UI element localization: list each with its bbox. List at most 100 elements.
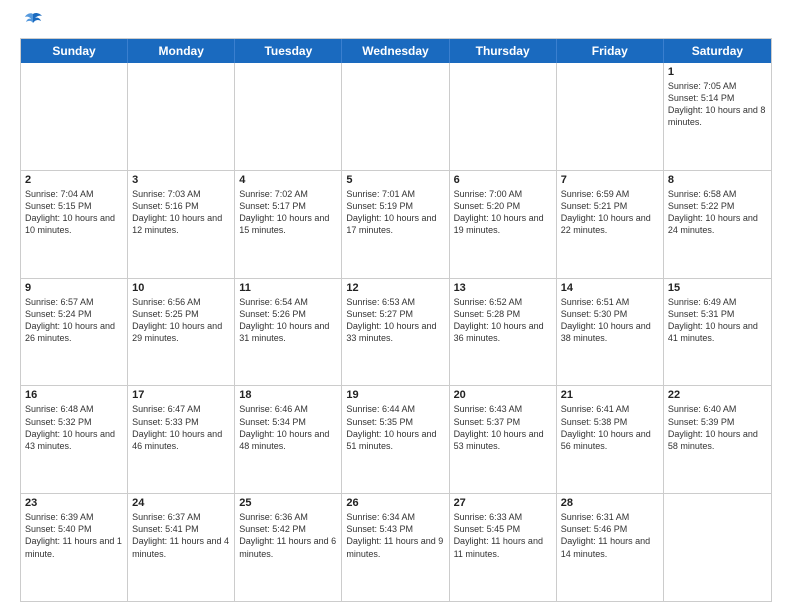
day-info: Sunrise: 6:53 AM Sunset: 5:27 PM Dayligh…: [346, 296, 444, 345]
day-info: Sunrise: 6:48 AM Sunset: 5:32 PM Dayligh…: [25, 403, 123, 452]
calendar-day-6: 6 Sunrise: 7:00 AM Sunset: 5:20 PM Daylig…: [450, 171, 557, 278]
calendar-body: 1 Sunrise: 7:05 AM Sunset: 5:14 PM Daylig…: [21, 63, 771, 601]
calendar-day-1: 1 Sunrise: 7:05 AM Sunset: 5:14 PM Daylig…: [664, 63, 771, 170]
day-info: Sunrise: 6:33 AM Sunset: 5:45 PM Dayligh…: [454, 511, 552, 560]
calendar-day-25: 25 Sunrise: 6:36 AM Sunset: 5:42 PM Dayli…: [235, 494, 342, 601]
day-header-monday: Monday: [128, 39, 235, 63]
calendar-week-4: 16 Sunrise: 6:48 AM Sunset: 5:32 PM Dayli…: [21, 386, 771, 494]
day-info: Sunrise: 6:37 AM Sunset: 5:41 PM Dayligh…: [132, 511, 230, 560]
day-number: 28: [561, 497, 659, 509]
day-number: 26: [346, 497, 444, 509]
calendar-day-4: 4 Sunrise: 7:02 AM Sunset: 5:17 PM Daylig…: [235, 171, 342, 278]
day-number: 8: [668, 174, 767, 186]
day-number: 24: [132, 497, 230, 509]
calendar-day-empty: [21, 63, 128, 170]
day-info: Sunrise: 6:57 AM Sunset: 5:24 PM Dayligh…: [25, 296, 123, 345]
calendar-day-7: 7 Sunrise: 6:59 AM Sunset: 5:21 PM Daylig…: [557, 171, 664, 278]
calendar-day-11: 11 Sunrise: 6:54 AM Sunset: 5:26 PM Dayli…: [235, 279, 342, 386]
day-info: Sunrise: 6:46 AM Sunset: 5:34 PM Dayligh…: [239, 403, 337, 452]
day-info: Sunrise: 6:49 AM Sunset: 5:31 PM Dayligh…: [668, 296, 767, 345]
calendar-day-21: 21 Sunrise: 6:41 AM Sunset: 5:38 PM Dayli…: [557, 386, 664, 493]
calendar-day-12: 12 Sunrise: 6:53 AM Sunset: 5:27 PM Dayli…: [342, 279, 449, 386]
day-number: 22: [668, 389, 767, 401]
day-number: 12: [346, 282, 444, 294]
calendar-day-empty: [450, 63, 557, 170]
calendar-header-row: SundayMondayTuesdayWednesdayThursdayFrid…: [21, 39, 771, 63]
calendar-day-28: 28 Sunrise: 6:31 AM Sunset: 5:46 PM Dayli…: [557, 494, 664, 601]
day-header-thursday: Thursday: [450, 39, 557, 63]
calendar-day-19: 19Sunrise: 6:44 AM Sunset: 5:35 PM Dayli…: [342, 386, 449, 493]
day-info: Sunrise: 6:41 AM Sunset: 5:38 PM Dayligh…: [561, 403, 659, 452]
calendar-day-2: 2 Sunrise: 7:04 AM Sunset: 5:15 PM Daylig…: [21, 171, 128, 278]
calendar-day-3: 3Sunrise: 7:03 AM Sunset: 5:16 PM Daylig…: [128, 171, 235, 278]
calendar-week-2: 2 Sunrise: 7:04 AM Sunset: 5:15 PM Daylig…: [21, 171, 771, 279]
day-header-friday: Friday: [557, 39, 664, 63]
day-info: Sunrise: 7:02 AM Sunset: 5:17 PM Dayligh…: [239, 188, 337, 237]
day-number: 10: [132, 282, 230, 294]
day-number: 15: [668, 282, 767, 294]
calendar-week-1: 1 Sunrise: 7:05 AM Sunset: 5:14 PM Daylig…: [21, 63, 771, 171]
day-number: 5: [346, 174, 444, 186]
day-number: 17: [132, 389, 230, 401]
calendar-day-27: 27 Sunrise: 6:33 AM Sunset: 5:45 PM Dayli…: [450, 494, 557, 601]
day-info: Sunrise: 6:52 AM Sunset: 5:28 PM Dayligh…: [454, 296, 552, 345]
calendar-day-empty: [235, 63, 342, 170]
day-number: 13: [454, 282, 552, 294]
day-number: 9: [25, 282, 123, 294]
day-number: 4: [239, 174, 337, 186]
day-number: 23: [25, 497, 123, 509]
day-number: 27: [454, 497, 552, 509]
day-info: Sunrise: 7:05 AM Sunset: 5:14 PM Dayligh…: [668, 80, 767, 129]
logo: [20, 16, 44, 30]
calendar-day-empty: [342, 63, 449, 170]
day-number: 2: [25, 174, 123, 186]
day-info: Sunrise: 6:51 AM Sunset: 5:30 PM Dayligh…: [561, 296, 659, 345]
day-info: Sunrise: 6:31 AM Sunset: 5:46 PM Dayligh…: [561, 511, 659, 560]
calendar-week-3: 9 Sunrise: 6:57 AM Sunset: 5:24 PM Daylig…: [21, 279, 771, 387]
calendar-day-20: 20Sunrise: 6:43 AM Sunset: 5:37 PM Dayli…: [450, 386, 557, 493]
calendar-day-empty: [557, 63, 664, 170]
day-header-wednesday: Wednesday: [342, 39, 449, 63]
day-info: Sunrise: 6:34 AM Sunset: 5:43 PM Dayligh…: [346, 511, 444, 560]
calendar-day-26: 26 Sunrise: 6:34 AM Sunset: 5:43 PM Dayli…: [342, 494, 449, 601]
day-info: Sunrise: 6:59 AM Sunset: 5:21 PM Dayligh…: [561, 188, 659, 237]
day-info: Sunrise: 7:01 AM Sunset: 5:19 PM Dayligh…: [346, 188, 444, 237]
day-info: Sunrise: 6:36 AM Sunset: 5:42 PM Dayligh…: [239, 511, 337, 560]
calendar-day-empty: [128, 63, 235, 170]
calendar-day-10: 10 Sunrise: 6:56 AM Sunset: 5:25 PM Dayli…: [128, 279, 235, 386]
calendar-day-22: 22 Sunrise: 6:40 AM Sunset: 5:39 PM Dayli…: [664, 386, 771, 493]
day-info: Sunrise: 7:04 AM Sunset: 5:15 PM Dayligh…: [25, 188, 123, 237]
day-info: Sunrise: 6:56 AM Sunset: 5:25 PM Dayligh…: [132, 296, 230, 345]
day-number: 7: [561, 174, 659, 186]
calendar-day-5: 5 Sunrise: 7:01 AM Sunset: 5:19 PM Daylig…: [342, 171, 449, 278]
calendar-day-23: 23 Sunrise: 6:39 AM Sunset: 5:40 PM Dayli…: [21, 494, 128, 601]
day-header-tuesday: Tuesday: [235, 39, 342, 63]
day-number: 1: [668, 66, 767, 78]
day-number: 11: [239, 282, 337, 294]
day-header-sunday: Sunday: [21, 39, 128, 63]
calendar-day-17: 17Sunrise: 6:47 AM Sunset: 5:33 PM Dayli…: [128, 386, 235, 493]
calendar-day-16: 16 Sunrise: 6:48 AM Sunset: 5:32 PM Dayli…: [21, 386, 128, 493]
calendar-day-9: 9 Sunrise: 6:57 AM Sunset: 5:24 PM Daylig…: [21, 279, 128, 386]
day-info: Sunrise: 6:54 AM Sunset: 5:26 PM Dayligh…: [239, 296, 337, 345]
calendar-week-5: 23 Sunrise: 6:39 AM Sunset: 5:40 PM Dayli…: [21, 494, 771, 601]
day-number: 18: [239, 389, 337, 401]
day-info: Sunrise: 6:40 AM Sunset: 5:39 PM Dayligh…: [668, 403, 767, 452]
header: [20, 16, 772, 30]
day-info: Sunrise: 6:39 AM Sunset: 5:40 PM Dayligh…: [25, 511, 123, 560]
calendar-day-18: 18 Sunrise: 6:46 AM Sunset: 5:34 PM Dayli…: [235, 386, 342, 493]
calendar: SundayMondayTuesdayWednesdayThursdayFrid…: [20, 38, 772, 602]
calendar-day-8: 8 Sunrise: 6:58 AM Sunset: 5:22 PM Daylig…: [664, 171, 771, 278]
day-number: 21: [561, 389, 659, 401]
day-info: Sunrise: 7:00 AM Sunset: 5:20 PM Dayligh…: [454, 188, 552, 237]
day-number: 16: [25, 389, 123, 401]
day-info: Sunrise: 6:58 AM Sunset: 5:22 PM Dayligh…: [668, 188, 767, 237]
calendar-day-14: 14 Sunrise: 6:51 AM Sunset: 5:30 PM Dayli…: [557, 279, 664, 386]
day-info: Sunrise: 6:44 AM Sunset: 5:35 PM Dayligh…: [346, 403, 444, 452]
day-number: 14: [561, 282, 659, 294]
logo-bird-icon: [22, 12, 44, 30]
day-number: 6: [454, 174, 552, 186]
day-info: Sunrise: 7:03 AM Sunset: 5:16 PM Dayligh…: [132, 188, 230, 237]
calendar-day-24: 24 Sunrise: 6:37 AM Sunset: 5:41 PM Dayli…: [128, 494, 235, 601]
day-number: 25: [239, 497, 337, 509]
